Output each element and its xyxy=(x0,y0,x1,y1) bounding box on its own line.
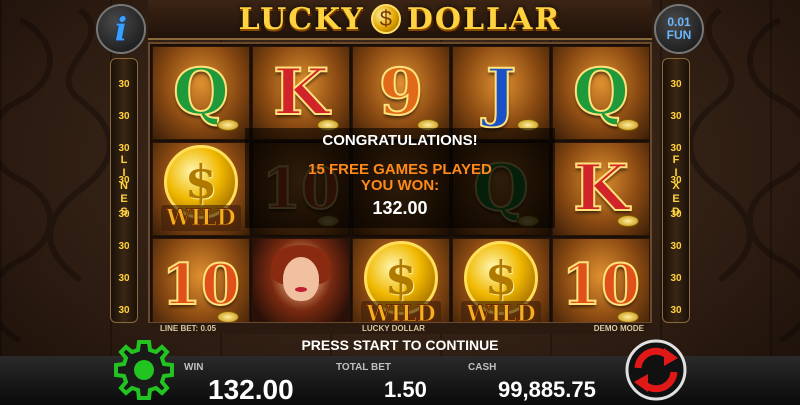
win-amount-text: 132.00 xyxy=(372,198,428,218)
win-value: 132.00 xyxy=(208,374,294,405)
cash-value: 99,885.75 xyxy=(498,377,596,402)
lines-panel-right: FIXED 30 30 30 30 30 30 30 30 xyxy=(662,58,690,323)
symbol-letter: Q xyxy=(172,55,230,130)
line-number: 30 xyxy=(118,111,130,122)
symbol-letter: 10 xyxy=(161,252,241,318)
reel-symbol-wild: $ WILD xyxy=(352,238,450,332)
title-lucky: LUCKY xyxy=(238,1,365,37)
lady-face xyxy=(283,257,319,301)
denomination-currency: FUN xyxy=(666,28,692,42)
reel-symbol-q: Q xyxy=(152,46,250,140)
cash-label: CASH xyxy=(468,362,497,373)
line-number: 30 xyxy=(118,175,130,186)
title-dollar: DOLLAR xyxy=(406,1,562,37)
win-field: WIN 132.00 xyxy=(184,362,324,405)
reel-symbol-10: 10 xyxy=(552,238,650,332)
lines-panel-left: LINES 30 30 30 30 30 30 30 30 xyxy=(110,58,138,323)
reel-symbol-j: J xyxy=(452,46,550,140)
demo-mode-text: DEMO MODE xyxy=(593,324,644,333)
total-bet-field: TOTAL BET 1.50 xyxy=(336,362,446,405)
lady-character-symbol xyxy=(253,239,349,331)
coin-stack-icon xyxy=(217,119,239,131)
line-number: 30 xyxy=(118,273,130,284)
symbol-letter: Q xyxy=(572,55,630,130)
line-number: 30 xyxy=(670,79,682,90)
info-icon: i xyxy=(114,10,128,48)
line-number: 30 xyxy=(670,143,682,154)
total-bet-label: TOTAL BET xyxy=(336,362,391,373)
wild-label: WILD xyxy=(161,205,241,232)
total-bet-value: 1.50 xyxy=(384,377,427,402)
you-won-line: YOU WON: xyxy=(360,177,440,194)
line-number: 30 xyxy=(670,241,682,252)
symbol-letter: 9 xyxy=(378,55,425,130)
line-number: 30 xyxy=(670,175,682,186)
gear-icon[interactable] xyxy=(112,338,176,402)
info-strip: LINE BET: 0.05 LUCKY DOLLAR DEMO MODE xyxy=(148,322,652,334)
reel-symbol-k: K xyxy=(252,46,350,140)
reel-symbol-wild: $ WILD xyxy=(152,142,250,236)
spin-arrows-icon[interactable] xyxy=(624,338,688,402)
free-games-played-text: 15 FREE GAMES PLAYED YOU WON: xyxy=(245,162,555,194)
free-games-played-line: 15 FREE GAMES PLAYED xyxy=(308,161,492,178)
symbol-letter: 10 xyxy=(561,252,641,318)
line-bet-text: LINE BET: 0.05 xyxy=(160,324,217,333)
line-number: 30 xyxy=(118,305,130,316)
reel-symbol-q: Q xyxy=(552,46,650,140)
game-title-banner: LUCKY $ DOLLAR xyxy=(148,0,652,40)
line-number: 30 xyxy=(670,273,682,284)
line-number: 30 xyxy=(118,241,130,252)
reel-symbol-wild: $ WILD xyxy=(452,238,550,332)
reel-symbol-lady xyxy=(252,238,350,332)
symbol-letter: K xyxy=(272,55,330,130)
line-number: 30 xyxy=(118,143,130,154)
reel-symbol-k: K xyxy=(552,142,650,236)
line-number: 30 xyxy=(670,305,682,316)
line-number: 30 xyxy=(118,209,130,220)
denomination-button[interactable]: 0.01 FUN xyxy=(654,4,704,54)
line-number: 30 xyxy=(670,111,682,122)
game-name-text: LUCKY DOLLAR xyxy=(362,324,425,333)
coin-stack-icon xyxy=(617,215,639,227)
line-number: 30 xyxy=(118,79,130,90)
reel-symbol-10: 10 xyxy=(152,238,250,332)
symbol-letter: K xyxy=(572,151,630,226)
cash-field: CASH 99,885.75 xyxy=(468,362,618,405)
info-button[interactable]: i xyxy=(96,4,146,54)
dollar-coin-icon: $ xyxy=(370,4,401,34)
lady-lips xyxy=(295,287,307,292)
congratulations-text: CONGRATULATIONS! xyxy=(322,132,478,149)
symbol-letter: J xyxy=(485,55,517,130)
free-games-win-message: CONGRATULATIONS! 15 FREE GAMES PLAYED YO… xyxy=(245,128,555,228)
reel-symbol-9: 9 xyxy=(352,46,450,140)
coin-stack-icon xyxy=(617,119,639,131)
win-label: WIN xyxy=(184,362,204,373)
line-number: 30 xyxy=(670,209,682,220)
